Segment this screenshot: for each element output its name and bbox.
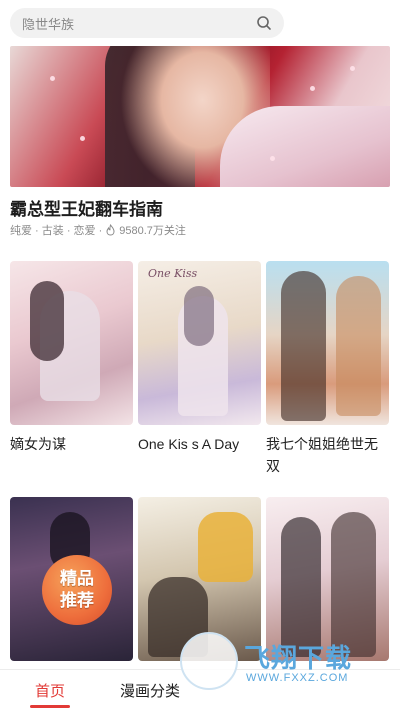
comic-title[interactable]: 我七个姐姐绝世无双	[266, 433, 389, 477]
comic-card[interactable]: 嫡女为谋	[10, 261, 133, 455]
tab-fourth[interactable]	[300, 670, 400, 711]
flame-icon	[106, 224, 115, 236]
search-bar[interactable]: 隐世华族	[10, 8, 284, 38]
petal	[80, 136, 85, 141]
comic-cover[interactable]	[266, 261, 389, 425]
comic-cover[interactable]: One Kiss	[138, 261, 261, 425]
featured-meta: 纯爱 · 古装 · 恋爱 · 9580.7万关注	[10, 222, 186, 238]
featured-banner[interactable]	[10, 46, 390, 187]
comic-card[interactable]: 我七个姐姐绝世无双	[266, 261, 389, 477]
comic-card[interactable]	[138, 497, 261, 661]
bottom-nav: 首页 漫画分类	[0, 669, 400, 711]
recommend-badge: 精品 推荐	[42, 555, 112, 625]
petal	[350, 66, 355, 71]
comic-title[interactable]: One Kis s A Day	[138, 433, 261, 455]
comic-cover[interactable]	[10, 261, 133, 425]
comic-title[interactable]: 嫡女为谋	[10, 433, 133, 455]
badge-line: 推荐	[60, 591, 94, 610]
banner-art-robe	[220, 106, 390, 187]
search-placeholder: 隐世华族	[22, 16, 75, 32]
featured-tags: 纯爱 · 古装 · 恋爱 ·	[10, 225, 103, 237]
tab-third[interactable]	[200, 670, 300, 711]
cover-logo: One Kiss	[148, 267, 198, 280]
tab-home[interactable]: 首页	[0, 670, 100, 711]
tab-categories[interactable]: 漫画分类	[100, 670, 200, 711]
badge-line: 精品	[60, 569, 94, 588]
featured-popularity: 9580.7万关注	[119, 225, 186, 237]
comic-cover[interactable]	[266, 497, 389, 661]
comic-card[interactable]: 精品 推荐	[10, 497, 133, 661]
comic-cover[interactable]: 精品 推荐	[10, 497, 133, 661]
petal	[310, 86, 315, 91]
search-icon[interactable]	[256, 15, 272, 31]
comic-cover[interactable]	[138, 497, 261, 661]
comic-card[interactable]: One Kiss One Kis s A Day	[138, 261, 261, 455]
petal	[50, 76, 55, 81]
comic-card[interactable]	[266, 497, 389, 661]
featured-title[interactable]: 霸总型王妃翻车指南	[10, 195, 163, 220]
petal	[270, 156, 275, 161]
